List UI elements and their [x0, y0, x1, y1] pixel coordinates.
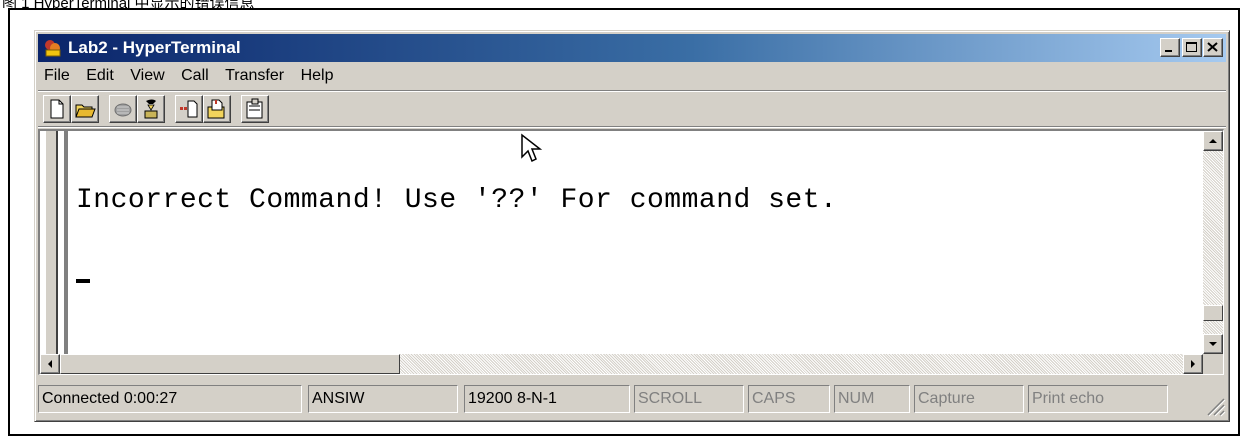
call-button[interactable]	[137, 95, 165, 123]
receive-file-button[interactable]	[203, 95, 231, 123]
menu-bar: File Edit View Call Transfer Help	[43, 64, 344, 88]
minimize-icon	[1165, 50, 1172, 52]
new-connection-icon	[50, 99, 64, 119]
status-bar: Connected 0:00:27 ANSIW 19200 8-N-1 SCRO…	[38, 381, 1226, 417]
menu-help[interactable]: Help	[300, 64, 335, 88]
arrow-down-icon	[1209, 342, 1217, 346]
document-caption: 图 1 HyperTerminal 中显示的错误信息	[2, 0, 255, 8]
menu-view[interactable]: View	[129, 64, 165, 88]
scrollbar-corner	[1203, 354, 1223, 374]
mouse-pointer-icon	[521, 133, 543, 163]
menu-transfer[interactable]: Transfer	[224, 64, 285, 88]
send-file-button[interactable]	[175, 95, 203, 123]
properties-button[interactable]	[241, 95, 269, 123]
arrow-up-icon	[1209, 139, 1217, 143]
status-emulation: ANSIW	[308, 385, 458, 413]
minimize-button[interactable]	[1160, 38, 1180, 57]
vertical-scroll-thumb[interactable]	[1203, 305, 1223, 321]
close-icon	[1207, 42, 1218, 52]
status-num: NUM	[834, 385, 910, 413]
menu-edit[interactable]: Edit	[85, 64, 115, 88]
receive-file-icon	[207, 99, 225, 119]
hyperterminal-app-icon[interactable]	[42, 38, 64, 58]
arrow-left-icon	[48, 360, 52, 368]
open-icon	[75, 104, 96, 118]
status-scroll: SCROLL	[634, 385, 744, 413]
open-button[interactable]	[71, 95, 99, 123]
maximize-button[interactable]	[1182, 38, 1202, 57]
menu-file[interactable]: File	[43, 64, 71, 88]
terminal-left-margin	[40, 131, 68, 356]
send-file-icon	[180, 100, 198, 118]
terminal-area[interactable]: Incorrect Command! Use '??' For command …	[38, 129, 1224, 375]
horizontal-scrollbar[interactable]	[40, 354, 1203, 374]
text-cursor	[76, 279, 90, 283]
scroll-left-button[interactable]	[40, 354, 60, 374]
status-port-settings: 19200 8-N-1	[464, 385, 630, 413]
hyperterminal-window: Lab2 - HyperTerminal File Edit View Call…	[34, 30, 1230, 422]
status-capture: Capture	[914, 385, 1024, 413]
properties-icon	[246, 98, 263, 119]
scroll-right-button[interactable]	[1183, 354, 1203, 374]
menu-toolbar-divider	[38, 90, 1226, 92]
horizontal-scroll-thumb[interactable]	[60, 354, 400, 374]
disconnect-icon	[114, 103, 132, 117]
vertical-scrollbar[interactable]	[1203, 131, 1223, 354]
window-title: Lab2 - HyperTerminal	[68, 38, 241, 57]
call-icon	[144, 99, 158, 119]
new-connection-button[interactable]	[43, 95, 71, 123]
arrow-right-icon	[1191, 360, 1195, 368]
maximize-icon	[1186, 42, 1197, 52]
scroll-down-button[interactable]	[1203, 334, 1223, 354]
resize-grip-icon[interactable]	[1202, 393, 1226, 417]
menu-call[interactable]: Call	[180, 64, 210, 88]
title-bar[interactable]: Lab2 - HyperTerminal	[38, 34, 1226, 62]
terminal-output-line: Incorrect Command! Use '??' For command …	[76, 185, 838, 216]
status-print-echo: Print echo	[1028, 385, 1168, 413]
toolbar-terminal-divider	[38, 126, 1226, 128]
scroll-up-button[interactable]	[1203, 131, 1223, 151]
status-connection-time: Connected 0:00:27	[38, 385, 302, 413]
disconnect-button[interactable]	[109, 95, 137, 123]
status-caps: CAPS	[748, 385, 830, 413]
close-button[interactable]	[1203, 38, 1223, 57]
